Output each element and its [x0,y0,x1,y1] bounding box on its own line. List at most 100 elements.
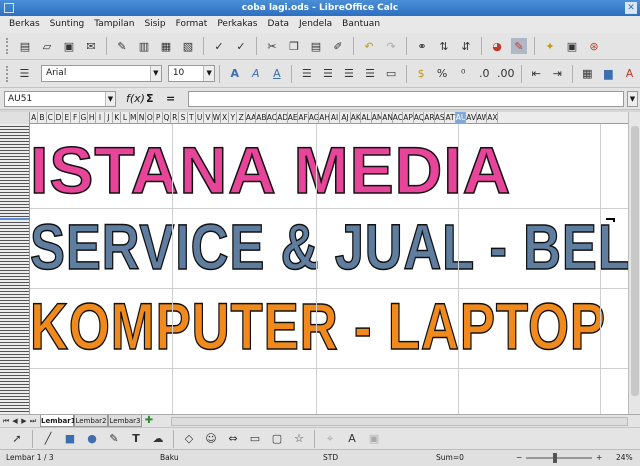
menu-format[interactable]: Format [171,16,213,33]
chevron-down-icon[interactable]: ▼ [203,66,215,81]
close-window-button[interactable]: ✕ [625,2,637,14]
column-header-f[interactable]: F [72,112,80,124]
column-header-b[interactable]: B [38,112,47,124]
column-header-l[interactable]: L [121,112,130,124]
column-header-i[interactable]: I [96,112,105,124]
callout-icon[interactable]: ☁ [150,431,166,447]
navigator-icon[interactable]: ✦ [542,38,558,54]
sort-descending-icon[interactable]: ⇵ [458,38,474,54]
menu-jendela[interactable]: Jendela [294,16,337,33]
column-header-c[interactable]: C [47,112,55,124]
name-box[interactable]: AU51 ▼ [4,91,116,107]
vertical-scrollbar[interactable] [628,112,640,414]
column-header-t[interactable]: T [188,112,196,124]
menu-sisip[interactable]: Sisip [139,16,170,33]
block-arrows-icon[interactable]: ⇔ [225,431,241,447]
chevron-down-icon[interactable]: ▼ [105,92,115,106]
column-header-r[interactable]: R [171,112,180,124]
column-header-at[interactable]: AT [445,112,456,124]
menu-bantuan[interactable]: Bantuan [337,16,385,33]
open-folder-icon[interactable]: ▱ [39,38,55,54]
chevron-down-icon[interactable]: ▼ [149,66,161,81]
extrusion-icon[interactable]: ▣ [366,431,382,447]
selection-mode[interactable]: STD [323,453,338,462]
font-color-icon[interactable]: A [622,66,637,82]
function-wizard-icon[interactable]: f(x) [126,92,145,105]
autospell-icon[interactable]: ✓ [233,38,249,54]
delete-decimal-icon[interactable]: .00 [497,66,515,82]
sheet-tab-3[interactable]: Lembar3 [108,415,142,427]
column-header-an[interactable]: AN [382,112,393,124]
cut-icon[interactable]: ✂ [264,38,280,54]
email-icon[interactable]: ✉ [83,38,99,54]
clone-format-icon[interactable]: ✐ [330,38,346,54]
column-header-ar[interactable]: AR [424,112,435,124]
column-header-z[interactable]: Z [238,112,246,124]
menu-tampilan[interactable]: Tampilan [89,16,139,33]
background-color-icon[interactable]: ▆ [601,66,616,82]
zoom-slider[interactable] [526,457,592,459]
column-header-u[interactable]: U [196,112,205,124]
underline-icon[interactable]: A [269,66,284,82]
column-header-y[interactable]: Y [229,112,238,124]
menu-data[interactable]: Data [263,16,295,33]
column-header-j[interactable]: J [105,112,113,124]
paste-icon[interactable]: ▤ [308,38,324,54]
print-preview-icon[interactable]: ▧ [180,38,196,54]
column-header-aj[interactable]: AJ [340,112,351,124]
align-left-icon[interactable]: ☰ [299,66,314,82]
column-header-d[interactable]: D [55,112,64,124]
spellcheck-icon[interactable]: ✓ [211,38,227,54]
text-icon[interactable]: T [128,431,144,447]
menu-sunting[interactable]: Sunting [45,16,90,33]
standard-format-icon[interactable]: ⁰ [456,66,471,82]
increase-indent-icon[interactable]: ⇥ [550,66,565,82]
first-sheet-icon[interactable]: ⏮ [2,417,10,426]
zoom-level[interactable]: 24% [616,453,633,462]
column-header-au[interactable]: AU [455,112,467,124]
sheet-tab-1[interactable]: Lembar1 [40,415,76,427]
next-sheet-icon[interactable]: ▶ [20,417,28,426]
print-icon[interactable]: ▦ [158,38,174,54]
line-icon[interactable]: ╱ [40,431,56,447]
column-header-al[interactable]: AL [361,112,372,124]
ellipse-icon[interactable]: ● [84,431,100,447]
rectangle-icon[interactable]: ■ [62,431,78,447]
borders-icon[interactable]: ▦ [580,66,595,82]
decrease-indent-icon[interactable]: ⇤ [529,66,544,82]
undo-icon[interactable]: ↶ [361,38,377,54]
column-header-ah[interactable]: AH [319,112,330,124]
export-pdf-icon[interactable]: ▥ [136,38,152,54]
align-center-icon[interactable]: ☰ [320,66,335,82]
expand-formula-bar-icon[interactable]: ▼ [627,91,638,107]
column-header-n[interactable]: N [138,112,147,124]
toolbar-grip[interactable] [6,38,10,54]
column-header-m[interactable]: M [130,112,138,124]
column-header-aq[interactable]: AQ [414,112,425,124]
zoom-slider-handle[interactable] [553,453,557,463]
styles-icon[interactable]: ☰ [17,66,32,82]
column-header-v[interactable]: V [204,112,213,124]
merge-cells-icon[interactable]: ▭ [384,66,399,82]
callouts-icon[interactable]: ▢ [269,431,285,447]
currency-icon[interactable]: $ [414,66,429,82]
column-header-am[interactable]: AM [372,112,383,124]
page-style[interactable]: Baku [160,453,179,462]
save-icon[interactable]: ▣ [61,38,77,54]
hyperlink-icon[interactable]: ⚭ [414,38,430,54]
font-size-combo[interactable]: 10 ▼ [167,65,216,82]
add-sheet-icon[interactable]: ✚ [143,416,155,427]
help-icon[interactable]: ⊛ [586,38,602,54]
column-header-af[interactable]: AF [298,112,309,124]
italic-icon[interactable]: A [248,66,263,82]
column-header-h[interactable]: H [88,112,97,124]
last-sheet-icon[interactable]: ⏭ [29,417,37,426]
sort-ascending-icon[interactable]: ⇅ [436,38,452,54]
zoom-out-icon[interactable]: − [516,453,522,462]
edit-file-icon[interactable]: ✎ [114,38,130,54]
basic-shapes-icon[interactable]: ◇ [181,431,197,447]
formula-input[interactable] [188,91,624,107]
column-header-aw[interactable]: AW [477,112,488,124]
new-document-icon[interactable]: ▤ [17,38,33,54]
function-icon[interactable]: = [166,92,175,105]
